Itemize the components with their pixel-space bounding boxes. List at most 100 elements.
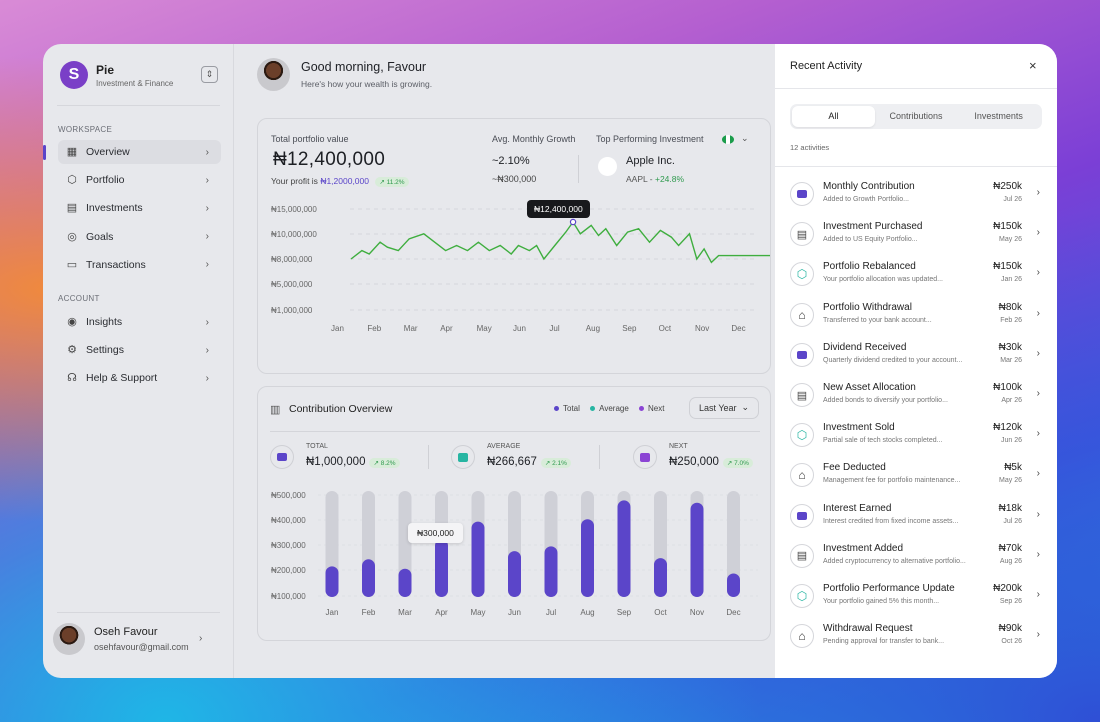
x-tick-label: Oct <box>654 608 667 617</box>
divider <box>775 166 1057 167</box>
activity-item[interactable]: Monthly Contribution Added to Growth Port… <box>790 179 1042 213</box>
activity-item[interactable]: Interest Earned Interest credited from fi… <box>790 501 1042 535</box>
activity-description: Added to Growth Portfolio... <box>823 196 909 203</box>
activity-item[interactable]: ⬡ Portfolio Performance Update Your portfo… <box>790 581 1042 615</box>
account-section-label: ACCOUNT <box>58 294 100 303</box>
sidebar-item-transactions[interactable]: ▭ Transactions › <box>58 253 221 277</box>
avg-growth-amount: ~₦300,000 <box>492 174 537 184</box>
x-tick-label: Feb <box>362 608 376 617</box>
sidebar-item-settings[interactable]: ⚙ Settings › <box>58 338 221 362</box>
x-tick-label: Dec <box>731 324 745 333</box>
divider <box>578 155 579 183</box>
activity-amount: ₦150k <box>993 221 1022 233</box>
sidebar-item-overview[interactable]: ▦ Overview › <box>58 140 221 164</box>
chevron-down-icon: ⌄ <box>741 402 749 412</box>
flag-icon[interactable] <box>722 135 734 144</box>
activity-description: Added to US Equity Portfolio... <box>823 236 918 244</box>
chevron-down-icon[interactable]: ⌄ <box>741 133 749 144</box>
activity-date: Mar 26 <box>1000 356 1022 364</box>
tab-investments[interactable]: Investments <box>957 106 1040 127</box>
greeting-title: Good morning, Favour <box>301 60 427 74</box>
bar <box>508 551 521 597</box>
bar <box>581 519 594 597</box>
chevron-right-icon: › <box>1036 347 1040 359</box>
bar <box>544 546 558 597</box>
activity-date: Jan 26 <box>1000 276 1022 284</box>
top-investment-ticker-line: AAPL - +24.8% <box>626 174 685 184</box>
bank-icon: ⌂ <box>790 463 814 488</box>
activity-item[interactable]: ⌂ Fee Deducted Management fee for portfoli… <box>790 460 1042 494</box>
activity-item[interactable]: ▤ Investment Added Added cryptocurrency to… <box>790 541 1042 575</box>
activity-description: Added cryptocurrency to alternative port… <box>823 557 966 565</box>
stat-average-label: AVERAGE <box>487 443 521 450</box>
selected-point <box>569 218 577 226</box>
sidebar-item-investments[interactable]: ▤ Investments › <box>58 196 221 220</box>
close-icon[interactable]: × <box>1029 58 1037 73</box>
top-investment-label: Top Performing Investment <box>596 134 704 144</box>
panel-title: Recent Activity <box>790 60 863 72</box>
sidebar-item-label: Goals <box>86 230 114 243</box>
y-tick-label: ₦5,000,000 <box>271 280 313 289</box>
stat-total-value: ₦1,000,000 ↗ 8.2% <box>306 456 400 468</box>
chevron-right-icon: › <box>1036 267 1040 279</box>
user-profile[interactable]: Oseh Favour osehfavour@gmail.com › <box>53 623 202 655</box>
workspace-switcher-icon[interactable]: ⇕ <box>201 66 218 83</box>
activity-item[interactable]: ⬡ Portfolio Rebalanced Your portfolio allo… <box>790 259 1042 293</box>
activity-date: Oct 26 <box>1001 638 1022 646</box>
activity-amount: ₦70k <box>998 542 1022 554</box>
brand[interactable]: S Pie Investment & Finance <box>60 61 173 89</box>
sidebar: S Pie Investment & Finance ⇕ WORKSPACE ▦… <box>43 44 234 678</box>
bar <box>325 566 339 597</box>
activity-description: Management fee for portfolio maintenance… <box>823 477 961 485</box>
y-tick-label: ₦1,000,000 <box>271 306 313 315</box>
chart-icon: ▤ <box>790 383 814 407</box>
legend-total: Total <box>554 404 580 413</box>
apple-logo-icon <box>598 157 617 176</box>
activity-item[interactable]: ▤ New Asset Allocation Added bonds to dive… <box>790 380 1042 414</box>
period-select[interactable]: Last Year ⌄ <box>689 397 759 419</box>
bar <box>435 539 448 597</box>
x-tick-label: Jan <box>326 608 339 617</box>
sidebar-item-label: Overview <box>86 146 130 158</box>
activity-amount: ₦250k <box>993 181 1022 192</box>
x-tick-label: Aug <box>586 324 600 333</box>
legend-average: Average <box>590 404 629 413</box>
tab-contributions[interactable]: Contributions <box>875 106 958 127</box>
activity-title: Dividend Received <box>823 341 907 353</box>
activity-item[interactable]: ⬡ Investment Sold Partial sale of tech sto… <box>790 420 1042 454</box>
activity-item[interactable]: ⌂ Withdrawal Request Pending approval for … <box>790 621 1042 655</box>
divider <box>57 612 220 613</box>
x-tick-label: Apr <box>440 324 453 333</box>
chevron-right-icon: › <box>205 231 209 243</box>
x-tick-label: Nov <box>695 324 709 333</box>
tab-all[interactable]: All <box>792 106 875 127</box>
chart-icon: ▤ <box>66 202 78 215</box>
top-investment-name: Apple Inc. <box>626 155 675 167</box>
portfolio-card: Total portfolio value ₦12,400,000 Your p… <box>257 118 771 374</box>
bank-icon: ⌂ <box>790 624 814 649</box>
x-tick-label: Jun <box>508 608 521 617</box>
bar <box>690 502 704 597</box>
sidebar-item-goals[interactable]: ◎ Goals › <box>58 225 221 249</box>
calendar-icon <box>633 445 657 469</box>
box-icon: ⬡ <box>67 174 77 187</box>
activity-item[interactable]: ▤ Investment Purchased Added to US Equity … <box>790 219 1042 253</box>
contribution-bar-chart[interactable]: ₦500,000 ₦400,000 ₦300,000 ₦200,000 ₦100,000… <box>258 485 770 625</box>
sidebar-item-help-support[interactable]: ☊ Help & Support › <box>58 366 221 390</box>
sidebar-item-portfolio[interactable]: ⬡ Portfolio › <box>58 168 221 192</box>
stat-next-label: NEXT <box>669 443 688 450</box>
chevron-right-icon: › <box>1036 388 1040 399</box>
y-tick-label: ₦8,000,000 <box>271 255 313 264</box>
activity-amount: ₦90k <box>998 623 1022 635</box>
activity-item[interactable]: Dividend Received Quarterly dividend cred… <box>790 340 1042 374</box>
bar <box>362 559 375 597</box>
sidebar-item-label: Insights <box>86 316 123 328</box>
divider <box>775 88 1057 89</box>
activity-item[interactable]: ⌂ Portfolio Withdrawal Transferred to your… <box>790 300 1042 334</box>
legend-next: Next <box>639 404 664 413</box>
sidebar-item-insights[interactable]: ◉ Insights › <box>58 310 221 334</box>
portfolio-line-chart[interactable]: ₦15,000,000 ₦10,000,000 ₦8,000,000 ₦5,000,0… <box>258 199 770 349</box>
x-tick-label: Dec <box>726 608 740 617</box>
sidebar-item-label: Investments <box>86 202 143 215</box>
x-tick-label: Sep <box>622 324 637 333</box>
